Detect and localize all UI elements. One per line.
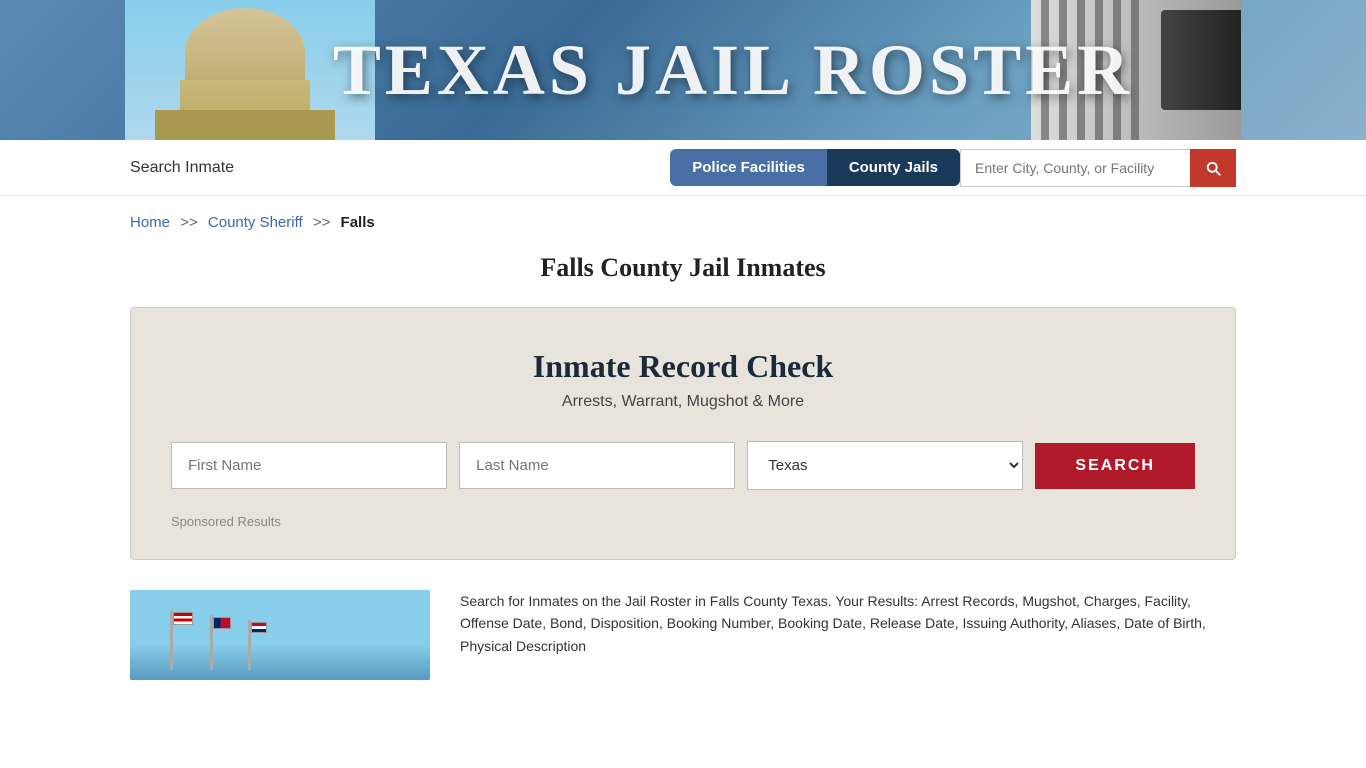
breadcrumb: Home >> County Sheriff >> Falls xyxy=(0,196,1366,243)
record-check-box: Inmate Record Check Arrests, Warrant, Mu… xyxy=(130,307,1236,560)
page-title: Falls County Jail Inmates xyxy=(0,253,1366,283)
record-check-subtitle: Arrests, Warrant, Mugshot & More xyxy=(171,393,1195,411)
location-thumbnail xyxy=(130,590,430,680)
facility-search-button[interactable] xyxy=(1190,149,1236,187)
site-title: Texas Jail Roster xyxy=(333,29,1133,112)
sponsored-label: Sponsored Results xyxy=(171,514,1195,529)
bottom-section: Search for Inmates on the Jail Roster in… xyxy=(0,590,1366,710)
record-check-form: AlabamaAlaskaArizonaArkansasCaliforniaCo… xyxy=(171,441,1195,490)
county-jails-button[interactable]: County Jails xyxy=(827,149,960,186)
breadcrumb-home[interactable]: Home xyxy=(130,214,170,231)
police-facilities-button[interactable]: Police Facilities xyxy=(670,149,827,186)
search-icon xyxy=(1204,159,1222,177)
search-inmate-label: Search Inmate xyxy=(130,159,234,177)
breadcrumb-sep2: >> xyxy=(313,214,331,231)
last-name-input[interactable] xyxy=(459,442,735,489)
nav-right: Police Facilities County Jails xyxy=(670,149,1236,187)
record-check-title: Inmate Record Check xyxy=(171,348,1195,385)
breadcrumb-county-sheriff[interactable]: County Sheriff xyxy=(208,214,303,231)
bottom-description: Search for Inmates on the Jail Roster in… xyxy=(460,590,1236,680)
header-banner: Texas Jail Roster xyxy=(0,0,1366,140)
breadcrumb-current: Falls xyxy=(341,214,375,231)
nav-bar: Search Inmate Police Facilities County J… xyxy=(0,140,1366,196)
first-name-input[interactable] xyxy=(171,442,447,489)
state-select[interactable]: AlabamaAlaskaArizonaArkansasCaliforniaCo… xyxy=(747,441,1023,490)
breadcrumb-sep1: >> xyxy=(180,214,198,231)
record-search-button[interactable]: SEARCH xyxy=(1035,443,1195,489)
facility-search-input[interactable] xyxy=(960,149,1190,187)
